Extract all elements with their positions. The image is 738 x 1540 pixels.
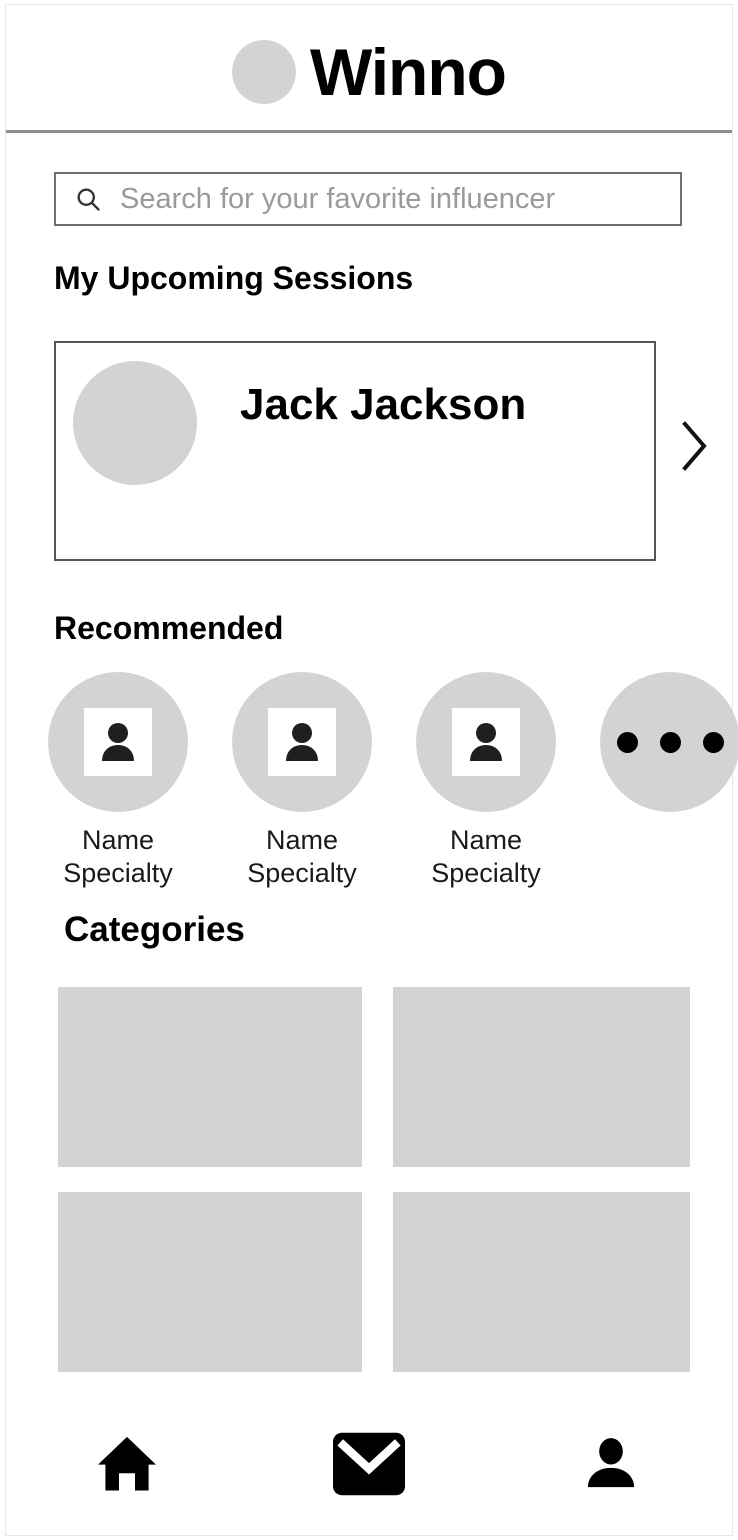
person-icon [452,708,520,776]
recommended-item[interactable]: Name Specialty [416,672,556,891]
more-dots-icon[interactable] [600,672,738,812]
person-icon [84,708,152,776]
chevron-right-icon [682,421,707,471]
recommended-specialty: Specialty [431,858,541,889]
app-header: Winno [6,5,732,131]
sessions-heading: My Upcoming Sessions [54,260,414,296]
recommended-name: Name [265,825,339,855]
profile-icon [587,1437,635,1487]
mail-icon [333,1432,405,1495]
nav-item-messages[interactable] [248,1392,490,1535]
session-card[interactable]: Jack Jackson [54,341,656,561]
header-divider [6,130,732,133]
session-avatar [73,361,197,485]
person-icon [268,708,336,776]
recommended-avatar [48,672,188,812]
home-icon [98,1436,156,1491]
recommended-avatar [232,672,372,812]
recommended-item[interactable]: Name Specialty [48,672,188,891]
category-tile[interactable] [393,1192,690,1372]
dot [616,731,638,753]
nav-item-home[interactable] [6,1392,248,1535]
search-bar[interactable] [54,172,682,226]
dot [702,731,724,753]
app-screen: Winno My Upcoming Sessions Jack Jackson … [0,0,738,1540]
recommended-label: Name Specialty [431,824,541,891]
recommended-label: Name Specialty [63,824,173,891]
session-name: Jack Jackson [240,380,527,429]
recommended-label: Name Specialty [247,824,357,891]
recommended-specialty: Specialty [247,858,357,889]
circle-logo-mark-icon [232,40,296,104]
recommended-item[interactable]: Name Specialty [232,672,372,891]
categories-heading: Categories [64,910,245,949]
recommended-name: Name [81,825,155,855]
search-icon [74,185,102,213]
recommended-name: Name [449,825,523,855]
recommended-list: Name Specialty Name Specialty Name Speci… [48,672,738,888]
nav-item-profile[interactable] [490,1392,732,1535]
recommended-avatar [416,672,556,812]
category-tile[interactable] [58,1192,362,1372]
bottom-navigation [6,1392,732,1535]
search-input[interactable] [120,182,640,216]
category-tile[interactable] [393,987,690,1167]
sessions-next-button[interactable] [672,415,716,477]
recommended-specialty: Specialty [63,858,173,889]
recommended-heading: Recommended [54,610,284,646]
category-tile[interactable] [58,987,362,1167]
categories-grid [58,987,690,1372]
app-title: Winno [310,35,507,109]
dot [659,731,681,753]
logo-lockup: Winno [232,35,507,109]
